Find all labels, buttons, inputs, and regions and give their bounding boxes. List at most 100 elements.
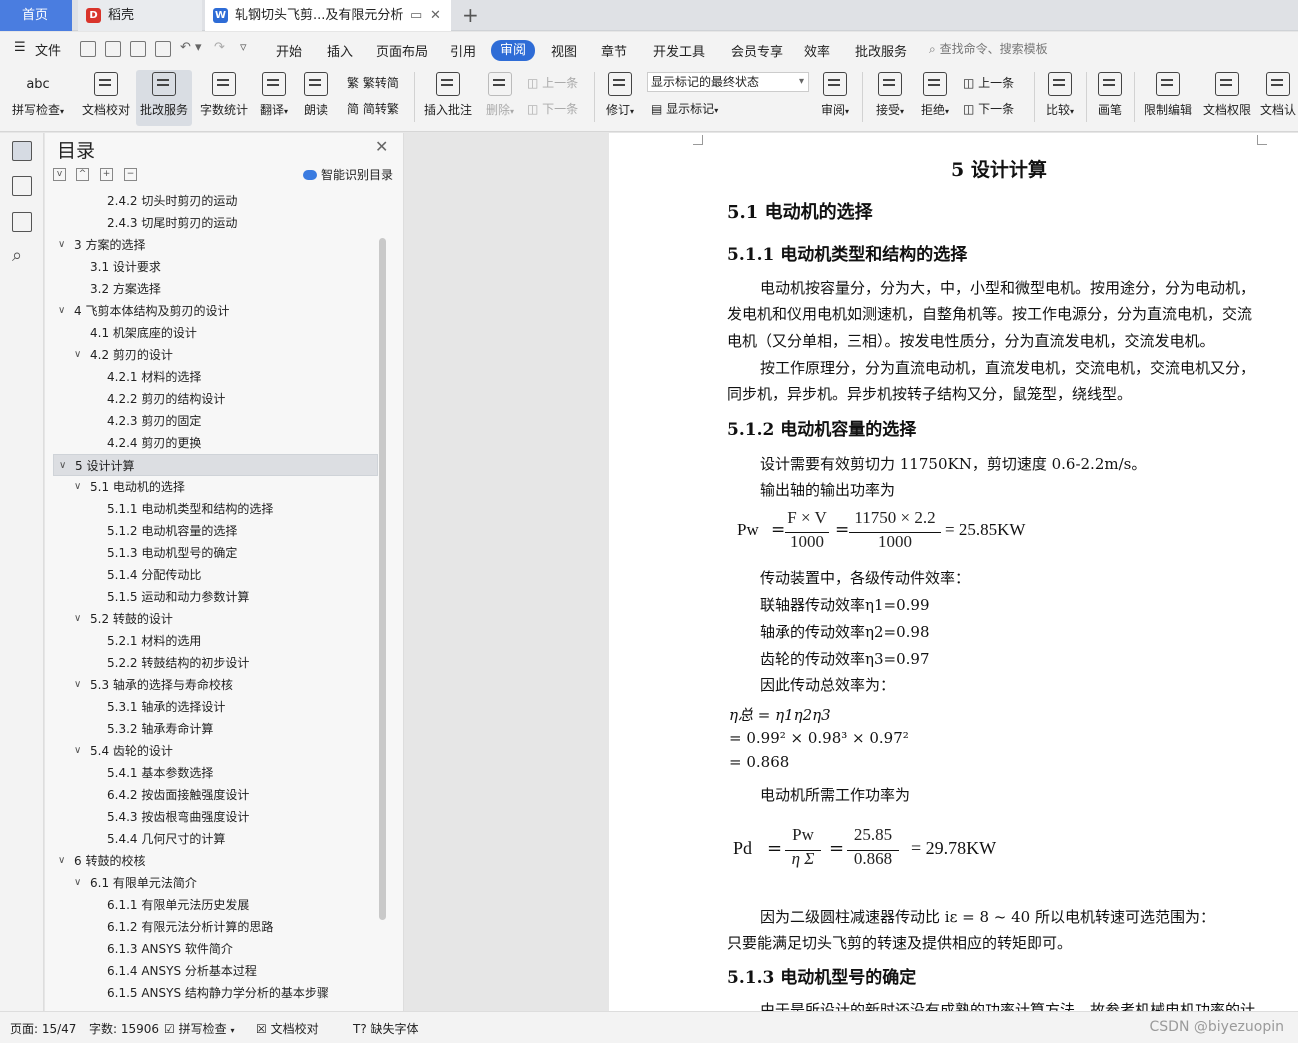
chevron-down-icon[interactable]: ∨: [74, 674, 81, 696]
toc-item[interactable]: 4.2.3 剪刃的固定: [53, 410, 378, 432]
to-traditional-button[interactable]: 繁 繁转简: [347, 74, 399, 91]
markup-mode-select[interactable]: 显示标记的最终状态: [647, 72, 809, 92]
menu-insert[interactable]: 插入: [327, 41, 353, 60]
menu-review-service[interactable]: 批改服务: [855, 41, 907, 60]
command-search[interactable]: ⌕ 查找命令、搜索模板: [929, 40, 1048, 57]
toc-item[interactable]: ∨ 4.2 剪刃的设计: [53, 344, 378, 366]
close-tab-icon[interactable]: ✕: [430, 0, 441, 31]
chevron-down-icon[interactable]: ∨: [59, 455, 66, 477]
toc-item[interactable]: ∨ 5.2 转鼓的设计: [53, 608, 378, 630]
review-pane-button[interactable]: 审阅▾: [815, 70, 855, 126]
track-changes-button[interactable]: 修订▾: [600, 70, 640, 126]
toc-item[interactable]: ∨ 5 设计计算: [53, 454, 378, 476]
word-count-button[interactable]: 字数统计: [196, 70, 252, 126]
compare-button[interactable]: 比较▾: [1040, 70, 1080, 126]
toc-item[interactable]: ∨ 6.1 有限单元法简介: [53, 872, 378, 894]
print-icon[interactable]: [130, 41, 146, 57]
toc-item[interactable]: 5.4.1 基本参数选择: [53, 762, 378, 784]
tab-daoke[interactable]: D 稻壳: [78, 0, 202, 31]
menu-references[interactable]: 引用: [450, 41, 476, 60]
toc-nav-icon[interactable]: [12, 141, 32, 161]
toc-item[interactable]: 5.1.1 电动机类型和结构的选择: [53, 498, 378, 520]
toc-item[interactable]: 5.1.5 运动和动力参数计算: [53, 586, 378, 608]
toc-scrollbar[interactable]: [379, 238, 386, 920]
toc-item[interactable]: 2.4.3 切尾时剪刃的运动: [53, 212, 378, 234]
save-icon[interactable]: [80, 41, 96, 57]
status-missing-font[interactable]: T? 缺失字体: [353, 1020, 419, 1037]
status-proof[interactable]: ☒ 文档校对: [256, 1020, 319, 1037]
read-aloud-button[interactable]: 朗读: [298, 70, 334, 126]
toc-item[interactable]: ∨ 4 飞剪本体结构及剪刃的设计: [53, 300, 378, 322]
hamburger-icon[interactable]: ☰: [14, 40, 26, 55]
export-pdf-icon[interactable]: [105, 41, 121, 57]
spellcheck-button[interactable]: abc 拼写检查▾: [10, 70, 66, 126]
toc-item[interactable]: 5.3.1 轴承的选择设计: [53, 696, 378, 718]
menu-review[interactable]: 审阅: [491, 40, 535, 61]
toc-item[interactable]: 6.1.5 ANSYS 结构静力学分析的基本步骤: [53, 982, 378, 1004]
tab-home[interactable]: 首页: [0, 0, 72, 31]
chevron-down-icon[interactable]: ∨: [58, 850, 65, 872]
toc-item[interactable]: 5.4.3 按齿根弯曲强度设计: [53, 806, 378, 828]
menu-start[interactable]: 开始: [276, 41, 302, 60]
chevron-down-icon[interactable]: ∨: [74, 608, 81, 630]
find-icon[interactable]: ⌕: [12, 245, 22, 266]
menu-efficiency[interactable]: 效率: [804, 41, 830, 60]
review-service-button[interactable]: 批改服务: [136, 70, 192, 126]
close-icon[interactable]: ✕: [375, 137, 388, 156]
new-tab-button[interactable]: +: [462, 0, 479, 30]
show-markup-button[interactable]: ▤ 显示标记▾: [651, 100, 718, 117]
toc-item[interactable]: 5.3.2 轴承寿命计算: [53, 718, 378, 740]
toc-item[interactable]: 5.1.4 分配传动比: [53, 564, 378, 586]
reject-button[interactable]: 拒绝▾: [915, 70, 955, 126]
to-simplified-button[interactable]: 简 简转繁: [347, 100, 399, 117]
translate-button[interactable]: 翻译▾: [256, 70, 292, 126]
customize-quick-access-icon[interactable]: ▿: [240, 40, 247, 55]
toc-item[interactable]: 4.2.2 剪刃的结构设计: [53, 388, 378, 410]
expand-up-icon[interactable]: ^: [76, 168, 89, 181]
toc-item[interactable]: 5.2.1 材料的选用: [53, 630, 378, 652]
toc-item[interactable]: 5.4.4 几何尺寸的计算: [53, 828, 378, 850]
toc-item[interactable]: 6.4.2 按齿面接触强度设计: [53, 784, 378, 806]
page-indicator[interactable]: 页面: 15/47: [10, 1020, 76, 1037]
bookmark-icon[interactable]: [12, 212, 32, 232]
chevron-down-icon[interactable]: ∨: [58, 300, 65, 322]
toc-item[interactable]: 3.1 设计要求: [53, 256, 378, 278]
doc-cert-button[interactable]: 文档认: [1258, 70, 1298, 126]
print-preview-icon[interactable]: [155, 41, 171, 57]
restore-window-icon[interactable]: ▭: [410, 0, 422, 31]
prev-comment-button[interactable]: ◫ 上一条: [527, 74, 578, 91]
toc-item[interactable]: ∨ 3 方案的选择: [53, 234, 378, 256]
menu-page-layout[interactable]: 页面布局: [376, 41, 428, 60]
prev-change-button[interactable]: ◫ 上一条: [963, 74, 1014, 91]
toc-item[interactable]: 3.2 方案选择: [53, 278, 378, 300]
delete-comment-button[interactable]: 删除▾: [480, 70, 520, 126]
collapse-all-icon[interactable]: v: [53, 168, 66, 181]
toc-item[interactable]: 6.1.1 有限单元法历史发展: [53, 894, 378, 916]
document-page[interactable]: 5 设计计算 5.1 电动机的选择 5.1.1 电动机类型和结构的选择 电动机按…: [609, 133, 1298, 1011]
add-heading-icon[interactable]: +: [100, 168, 113, 181]
chevron-down-icon[interactable]: ∨: [74, 476, 81, 498]
toc-item[interactable]: 4.2.1 材料的选择: [53, 366, 378, 388]
toc-item[interactable]: ∨ 5.4 齿轮的设计: [53, 740, 378, 762]
undo-icon[interactable]: ↶ ▾: [180, 40, 202, 55]
restrict-edit-button[interactable]: 限制编辑: [1140, 70, 1196, 126]
chevron-down-icon[interactable]: ∨: [74, 740, 81, 762]
menu-file[interactable]: 文件: [35, 40, 61, 59]
status-spellcheck[interactable]: ☑ 拼写检查 ▾: [164, 1020, 234, 1037]
chevron-down-icon[interactable]: ∨: [74, 344, 81, 366]
toc-item[interactable]: ∨ 5.1 电动机的选择: [53, 476, 378, 498]
pen-button[interactable]: 画笔: [1092, 70, 1128, 126]
toc-item[interactable]: 6.1.2 有限元法分析计算的思路: [53, 916, 378, 938]
toc-item[interactable]: 2.4.2 切头时剪刃的运动: [53, 190, 378, 212]
next-comment-button[interactable]: ◫ 下一条: [527, 100, 578, 117]
toc-item[interactable]: 5.1.2 电动机容量的选择: [53, 520, 378, 542]
chapter-nav-icon[interactable]: [12, 176, 32, 196]
word-count-indicator[interactable]: 字数: 15906: [89, 1020, 159, 1037]
remove-heading-icon[interactable]: −: [124, 168, 137, 181]
next-change-button[interactable]: ◫ 下一条: [963, 100, 1014, 117]
toc-item[interactable]: ∨ 5.3 轴承的选择与寿命校核: [53, 674, 378, 696]
toc-item[interactable]: ∨ 6 转鼓的校核: [53, 850, 378, 872]
doc-permission-button[interactable]: 文档权限: [1200, 70, 1254, 126]
smart-toc-button[interactable]: 智能识别目录: [303, 166, 393, 183]
menu-member[interactable]: 会员专享: [731, 41, 783, 60]
